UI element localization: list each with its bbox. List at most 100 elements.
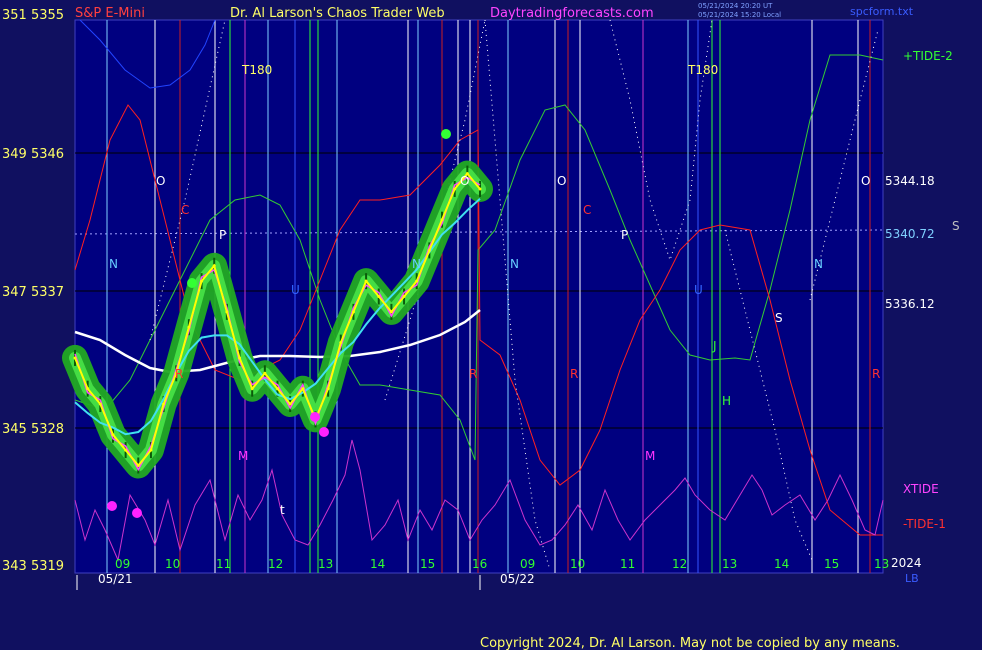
- hour-tick-label: 11: [216, 557, 231, 571]
- marker-n: N: [510, 257, 519, 271]
- price-point: [136, 463, 140, 467]
- marker-r: R: [872, 367, 880, 381]
- price-point: [200, 279, 204, 283]
- left-axis-label: 347 5337: [2, 285, 64, 300]
- marker-c: C: [583, 203, 591, 217]
- lb-label: LB: [905, 572, 919, 585]
- marker-u: U: [291, 283, 300, 297]
- hour-tick-label: 09: [520, 557, 535, 571]
- marker-n: N: [412, 257, 421, 271]
- price-level-label: 5336.12: [885, 297, 935, 311]
- price-point: [288, 402, 292, 406]
- marker-o: O: [861, 174, 870, 188]
- marker-p: P: [219, 228, 226, 242]
- website-link[interactable]: Daytradingforecasts.com: [490, 6, 654, 21]
- hour-tick-label: 10: [570, 557, 585, 571]
- price-point: [98, 402, 102, 406]
- price-point: [149, 448, 153, 452]
- price-point: [389, 310, 393, 314]
- hour-tick-label: 14: [774, 557, 789, 571]
- price-point: [212, 264, 216, 268]
- tide2-label: +TIDE-2: [903, 49, 953, 63]
- left-axis-label: 349 5346: [2, 147, 64, 162]
- marker-t180: T180: [687, 63, 718, 77]
- hour-tick-label: 14: [370, 557, 385, 571]
- marker-r: R: [570, 367, 578, 381]
- hour-tick-label: 11: [620, 557, 635, 571]
- price-point: [415, 279, 419, 283]
- price-point: [250, 387, 254, 391]
- price-point: [124, 448, 128, 452]
- marker-o: O: [557, 174, 566, 188]
- timestamp-local: 05/21/2024 15:20 Local: [698, 11, 781, 19]
- marker-s: S: [775, 311, 783, 325]
- hour-tick-label: 12: [672, 557, 687, 571]
- price-point: [364, 279, 368, 283]
- hour-tick-label: 12: [268, 557, 283, 571]
- timestamp-ut: 05/21/2024 20:20 UT: [698, 2, 773, 10]
- marker-o: O: [460, 174, 469, 188]
- hour-tick-label: 16: [472, 557, 487, 571]
- marker-t180: T180: [241, 63, 272, 77]
- marker-r: R: [175, 367, 183, 381]
- copyright: Copyright 2024, Dr. Al Larson. May not b…: [480, 636, 900, 650]
- price-point: [187, 325, 191, 329]
- date-label: 05/22: [500, 572, 535, 586]
- date-label: 05/21: [98, 572, 133, 586]
- marker-m: M: [238, 449, 248, 463]
- author-title: Dr. Al Larson's Chaos Trader Web: [230, 6, 445, 21]
- marker-n: N: [814, 257, 823, 271]
- marker-m: M: [645, 449, 655, 463]
- price-point: [427, 248, 431, 252]
- swing-dot-green: [441, 129, 451, 139]
- s-label: S: [952, 219, 960, 233]
- instrument-title: S&P E-Mini: [75, 6, 145, 21]
- marker-h: H: [722, 394, 731, 408]
- hour-tick-label: 10: [165, 557, 180, 571]
- marker-r: R: [469, 367, 477, 381]
- price-point: [276, 387, 279, 391]
- hour-tick-label: 15: [824, 557, 839, 571]
- price-point: [440, 218, 444, 222]
- left-axis-label: 343 5319: [2, 559, 64, 574]
- left-axis-label: 351 5355: [2, 8, 64, 23]
- price-point: [326, 387, 330, 391]
- hour-tick-label: 13: [318, 557, 333, 571]
- marker-c: C: [181, 203, 189, 217]
- marker-p: P: [621, 228, 628, 242]
- swing-dot-magenta: [310, 412, 320, 422]
- price-level-label: 5344.18: [885, 174, 935, 188]
- marker-u: U: [694, 283, 703, 297]
- swing-dot-magenta: [107, 501, 117, 511]
- price-point: [86, 387, 90, 391]
- price-point: [73, 356, 77, 360]
- price-point: [301, 387, 305, 391]
- price-point: [238, 356, 242, 360]
- price-point: [453, 187, 457, 191]
- year-label: 2024: [891, 556, 922, 570]
- hour-tick-label: 09: [115, 557, 130, 571]
- price-point: [111, 433, 115, 437]
- price-point: [339, 341, 343, 345]
- price-point: [402, 295, 406, 298]
- price-point: [478, 187, 482, 191]
- xtide-label: XTIDE: [903, 482, 939, 496]
- price-point: [377, 295, 381, 298]
- price-level-label: 5340.72: [885, 227, 935, 241]
- chaos-trader-chart: 351 5355 S&P E-Mini Dr. Al Larson's Chao…: [2, 2, 960, 650]
- marker-o: O: [156, 174, 165, 188]
- source-file: spcform.txt: [850, 5, 914, 18]
- hour-tick-label: 13: [874, 557, 889, 571]
- hour-tick-label: 13: [722, 557, 737, 571]
- left-axis-label: 345 5328: [2, 422, 64, 437]
- date-ticks: [76, 575, 481, 590]
- marker-t: t: [280, 503, 285, 517]
- price-point: [263, 371, 267, 375]
- marker-n: N: [109, 257, 118, 271]
- swing-dot-magenta: [132, 508, 142, 518]
- price-point: [225, 310, 229, 314]
- swing-dot-green: [187, 278, 197, 288]
- hour-tick-label: 15: [420, 557, 435, 571]
- tide1-label: -TIDE-1: [903, 517, 946, 531]
- price-point: [351, 310, 355, 314]
